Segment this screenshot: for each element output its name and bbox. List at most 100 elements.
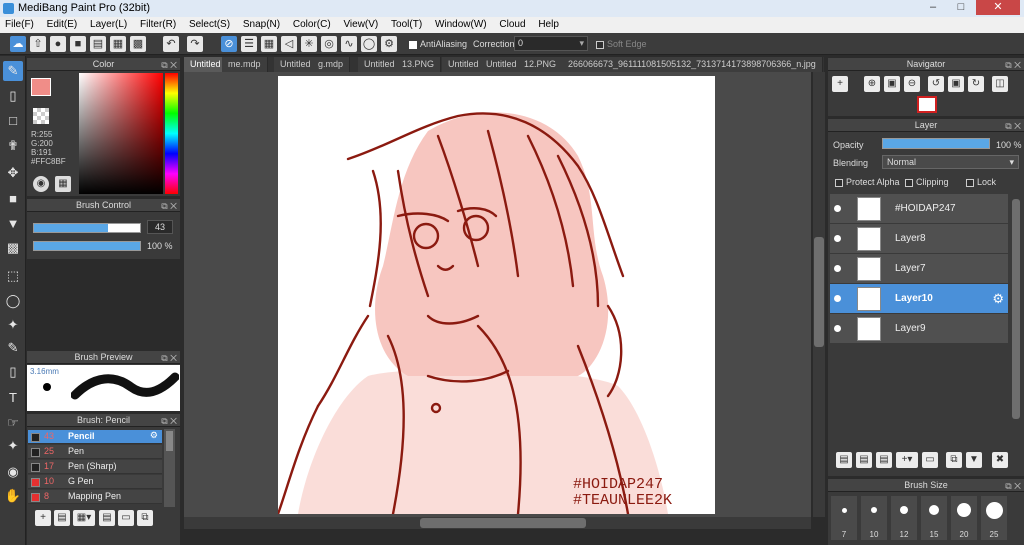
- document-tab[interactable]: Untitled: [184, 57, 228, 72]
- brush-list-item[interactable]: 10 G Pen: [28, 475, 162, 489]
- folder-icon[interactable]: ▭: [922, 452, 938, 468]
- layer-row[interactable]: Layer7: [830, 254, 1008, 284]
- protect-alpha-toggle[interactable]: Protect Alpha: [835, 177, 900, 187]
- layer-opacity-slider[interactable]: [882, 138, 990, 149]
- snap-settings-icon[interactable]: ⚙: [381, 36, 397, 52]
- select-eraser-icon[interactable]: ▯: [3, 362, 23, 382]
- panel-popout-icon[interactable]: ⧉ ✕: [161, 352, 177, 365]
- radial-snap-icon[interactable]: ✳: [301, 36, 317, 52]
- lasso-select-icon[interactable]: ◯: [3, 291, 23, 311]
- document-tab[interactable]: me.mdp: [222, 57, 268, 72]
- document-tab[interactable]: 266066673_961111081505132_73137141738987…: [562, 57, 823, 72]
- zoom-in-alt-icon[interactable]: ⊕: [864, 76, 880, 92]
- eye-icon[interactable]: [834, 265, 841, 272]
- curve-snap-icon[interactable]: ∿: [341, 36, 357, 52]
- transparent-color-swatch[interactable]: [33, 108, 49, 124]
- lock-checkbox[interactable]: [966, 178, 974, 187]
- vertical-scrollbar[interactable]: [813, 72, 825, 517]
- panel-popout-icon[interactable]: ⧉ ✕: [161, 59, 177, 72]
- layer-row[interactable]: Layer10 ⚙: [830, 284, 1008, 314]
- text-tool-icon[interactable]: T: [3, 388, 23, 408]
- panel-popout-icon[interactable]: ⧉ ✕: [1005, 120, 1021, 133]
- page-list-icon[interactable]: ▦: [110, 36, 126, 52]
- zoom-out-icon[interactable]: ⊖: [904, 76, 920, 92]
- eraser-tool-icon[interactable]: ▯: [3, 86, 23, 106]
- flip-icon[interactable]: ◫: [992, 76, 1008, 92]
- maximize-icon[interactable]: □: [948, 0, 974, 15]
- horizontal-scrollbar[interactable]: [184, 517, 811, 529]
- redo-icon[interactable]: ↷: [187, 36, 203, 52]
- soft-edge-checkbox[interactable]: [596, 40, 604, 49]
- layer-row[interactable]: Layer8: [830, 224, 1008, 254]
- protect-alpha-checkbox[interactable]: [835, 178, 843, 187]
- reset-view-icon[interactable]: ▣: [948, 76, 964, 92]
- panel-popout-icon[interactable]: ⧉ ✕: [161, 415, 177, 428]
- saturation-value-picker[interactable]: [79, 73, 163, 194]
- menu-tool[interactable]: Tool(T): [386, 17, 427, 30]
- brush-size-slider[interactable]: [33, 223, 141, 233]
- panel-popout-icon[interactable]: ⧉ ✕: [161, 200, 177, 213]
- operation-tool-icon[interactable]: ☞: [3, 413, 23, 433]
- panel-popout-icon[interactable]: ⧉ ✕: [1005, 59, 1021, 72]
- fit-icon[interactable]: ▣: [884, 76, 900, 92]
- hand-tool-icon[interactable]: ✋: [3, 486, 23, 506]
- brush-menu-icon[interactable]: ▦▾: [73, 510, 95, 526]
- new-8bit-layer-icon[interactable]: ▤: [876, 452, 892, 468]
- document-tab[interactable]: Untitled: [442, 57, 486, 72]
- brush-list-scrollbar[interactable]: [164, 429, 175, 507]
- delete-layer-icon[interactable]: ✖: [992, 452, 1008, 468]
- new-brush-icon[interactable]: ▤: [54, 510, 70, 526]
- antialiasing-toggle[interactable]: AntiAliasing: [409, 39, 467, 49]
- select-pen-icon[interactable]: ✎: [3, 338, 23, 358]
- color-history-icon[interactable]: ▦: [55, 176, 71, 192]
- clipping-checkbox[interactable]: [905, 178, 913, 187]
- new-halftone-layer-icon[interactable]: ▤: [856, 452, 872, 468]
- rect-fill-tool-icon[interactable]: ■: [3, 189, 23, 209]
- antialiasing-checkbox[interactable]: [409, 40, 417, 49]
- brush-list-item[interactable]: 8 Mapping Pen: [28, 490, 162, 504]
- eye-icon[interactable]: [834, 325, 841, 332]
- panel-popout-icon[interactable]: ⧉ ✕: [1005, 480, 1021, 493]
- brush-size-preset[interactable]: 15: [921, 496, 947, 540]
- concentric-snap-icon[interactable]: ◎: [321, 36, 337, 52]
- folder-icon[interactable]: ▭: [118, 510, 134, 526]
- palette-icon[interactable]: ◉: [33, 176, 49, 192]
- duplicate-icon[interactable]: ⧉: [137, 510, 153, 526]
- comment-icon[interactable]: ●: [50, 36, 66, 52]
- snap-off-icon[interactable]: ⊘: [221, 36, 237, 52]
- brush-list-item[interactable]: 43 Pencil ⚙: [28, 430, 162, 444]
- eye-icon[interactable]: [834, 295, 841, 302]
- new-layer-icon[interactable]: ▤: [836, 452, 852, 468]
- grid-icon[interactable]: ▩: [130, 36, 146, 52]
- brush-size-preset[interactable]: 20: [951, 496, 977, 540]
- brush-size-input[interactable]: 43: [147, 220, 173, 234]
- layer-row[interactable]: #HOIDAP247: [830, 194, 1008, 224]
- foreground-color-swatch[interactable]: [31, 78, 51, 96]
- brush-properties-icon[interactable]: ▤: [99, 510, 115, 526]
- duplicate-layer-icon[interactable]: ⧉: [946, 452, 962, 468]
- eyedropper-icon[interactable]: ◉: [3, 462, 23, 482]
- brush-size-preset[interactable]: 12: [891, 496, 917, 540]
- menu-help[interactable]: Help: [533, 17, 564, 30]
- menu-window[interactable]: Window(W): [430, 17, 492, 30]
- rotate-right-icon[interactable]: ↻: [968, 76, 984, 92]
- menu-view[interactable]: View(V): [338, 17, 383, 30]
- menu-layer[interactable]: Layer(L): [85, 17, 132, 30]
- menu-select[interactable]: Select(S): [184, 17, 235, 30]
- navigator-thumbnail[interactable]: [917, 96, 937, 113]
- brush-size-preset[interactable]: 25: [981, 496, 1007, 540]
- bucket-tool-icon[interactable]: ▼: [3, 214, 23, 234]
- document-tab[interactable]: Untitled: [274, 57, 318, 72]
- menu-file[interactable]: File(F): [0, 17, 39, 30]
- eye-icon[interactable]: [834, 235, 841, 242]
- brush-tool-icon[interactable]: ✎: [3, 61, 23, 81]
- gradient-tool-icon[interactable]: ▩: [3, 238, 23, 258]
- gear-icon[interactable]: ⚙: [992, 291, 1004, 307]
- parallel-snap-icon[interactable]: ☰: [241, 36, 257, 52]
- document-tab[interactable]: 12.PNG: [518, 57, 564, 72]
- layer-row[interactable]: Layer9: [830, 314, 1008, 344]
- dropper-tool-icon[interactable]: ✦: [3, 436, 23, 456]
- menu-color[interactable]: Color(C): [288, 17, 336, 30]
- document-tab[interactable]: g.mdp: [312, 57, 351, 72]
- merge-down-icon[interactable]: ▼: [966, 452, 982, 468]
